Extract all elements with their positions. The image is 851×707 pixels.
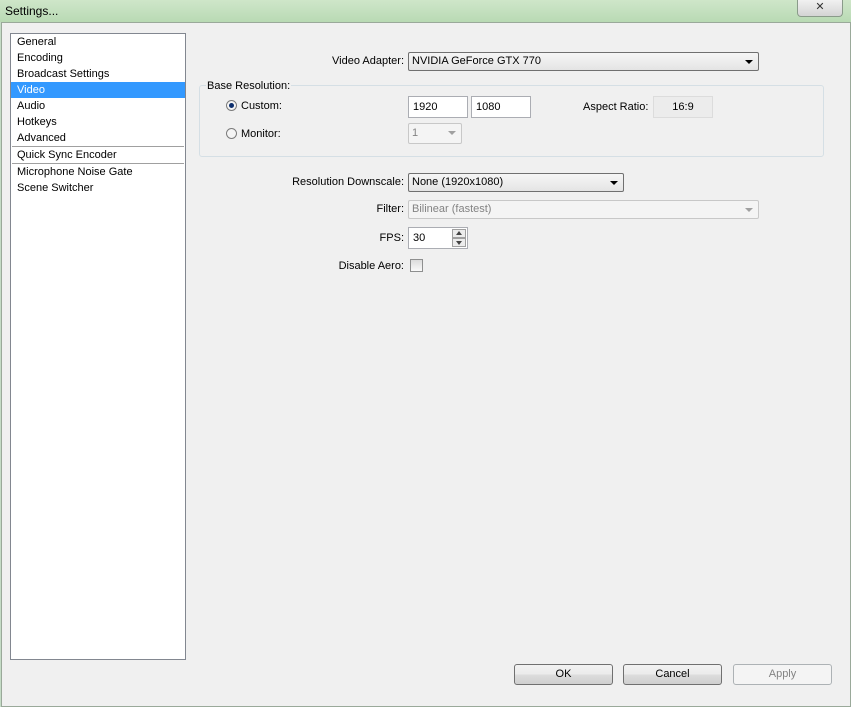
settings-dialog: General Encoding Broadcast Settings Vide… — [1, 22, 851, 707]
monitor-label: Monitor: — [241, 128, 281, 140]
apply-button[interactable]: Apply — [733, 664, 832, 685]
chevron-down-icon — [745, 208, 753, 212]
monitor-radio[interactable] — [226, 128, 237, 139]
aspect-ratio-value: 16:9 — [653, 96, 713, 118]
filter-dropdown[interactable]: Bilinear (fastest) — [408, 200, 759, 219]
window-title: Settings... — [5, 4, 59, 18]
base-height-input[interactable]: 1080 — [471, 96, 531, 118]
fps-label: FPS: — [379, 232, 404, 244]
aspect-ratio-label: Aspect Ratio: — [583, 101, 649, 113]
resolution-downscale-label: Resolution Downscale: — [292, 176, 404, 188]
close-icon: ✕ — [815, 1, 825, 13]
sidebar-item-scene-switcher[interactable]: Scene Switcher — [11, 180, 185, 196]
fps-spinner: 30 — [408, 227, 468, 249]
video-adapter-dropdown[interactable]: NVIDIA GeForce GTX 770 — [408, 52, 759, 71]
arrow-up-icon — [456, 231, 462, 235]
resolution-downscale-value: None (1920x1080) — [412, 176, 504, 188]
disable-aero-checkbox[interactable] — [410, 259, 423, 272]
filter-value: Bilinear (fastest) — [412, 203, 492, 215]
radio-selected-dot — [229, 103, 234, 108]
sidebar-item-hotkeys[interactable]: Hotkeys — [11, 114, 185, 130]
chevron-down-icon — [745, 60, 753, 64]
video-adapter-value: NVIDIA GeForce GTX 770 — [412, 55, 541, 67]
sidebar-item-encoding[interactable]: Encoding — [11, 50, 185, 66]
chevron-down-icon — [610, 181, 618, 185]
sidebar-item-broadcast-settings[interactable]: Broadcast Settings — [11, 66, 185, 82]
custom-radio[interactable] — [226, 100, 237, 111]
chevron-down-icon — [448, 131, 456, 135]
ok-button[interactable]: OK — [514, 664, 613, 685]
monitor-dropdown[interactable]: 1 — [408, 123, 462, 144]
base-width-input[interactable]: 1920 — [408, 96, 468, 118]
sidebar-item-advanced[interactable]: Advanced — [11, 130, 185, 146]
sidebar-item-video[interactable]: Video — [11, 82, 185, 98]
cancel-button[interactable]: Cancel — [623, 664, 722, 685]
fps-increment-button[interactable] — [452, 229, 466, 238]
monitor-value: 1 — [412, 127, 419, 139]
video-adapter-label: Video Adapter: — [332, 55, 404, 67]
title-bar: Settings... ✕ — [0, 0, 851, 22]
fps-decrement-button[interactable] — [452, 238, 466, 247]
resolution-downscale-dropdown[interactable]: None (1920x1080) — [408, 173, 624, 192]
disable-aero-label: Disable Aero: — [338, 260, 404, 272]
custom-label: Custom: — [241, 100, 282, 112]
filter-label: Filter: — [376, 203, 405, 215]
sidebar-item-general[interactable]: General — [11, 34, 185, 50]
sidebar-item-microphone-noise-gate[interactable]: Microphone Noise Gate — [11, 164, 185, 180]
base-resolution-label: Base Resolution: — [206, 80, 292, 92]
arrow-down-icon — [456, 241, 462, 245]
close-button[interactable]: ✕ — [797, 0, 843, 17]
sidebar-item-quick-sync-encoder[interactable]: Quick Sync Encoder — [11, 147, 185, 163]
sidebar-item-audio[interactable]: Audio — [11, 98, 185, 114]
settings-sidebar: General Encoding Broadcast Settings Vide… — [10, 33, 186, 660]
